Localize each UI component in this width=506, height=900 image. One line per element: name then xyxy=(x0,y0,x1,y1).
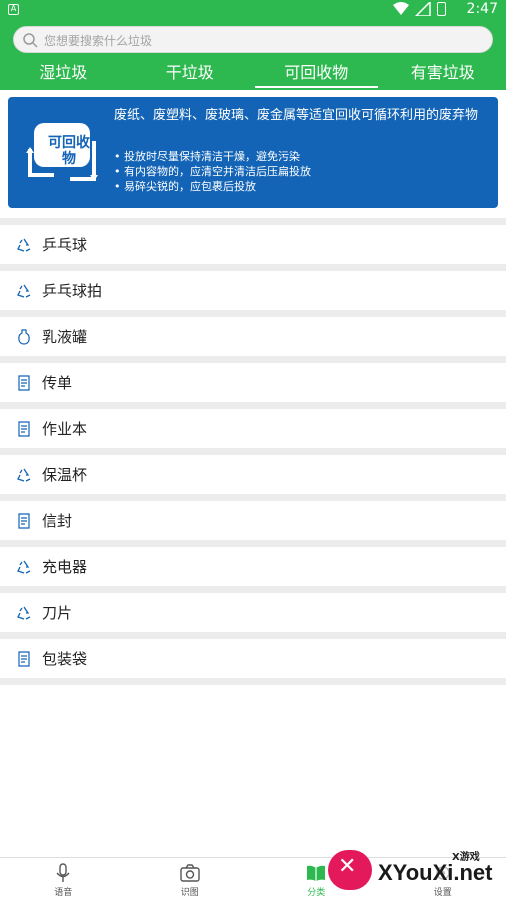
list-item[interactable]: 作业本 xyxy=(0,402,506,448)
microphone-icon xyxy=(56,863,70,882)
search-icon xyxy=(23,33,38,48)
category-banner: 可回收物 废纸、废塑料、废玻璃、废金属等适宜回收可循环利用的废弃物 • 投放时尽… xyxy=(8,97,498,208)
list-item[interactable]: 充电器 xyxy=(0,540,506,586)
camera-icon xyxy=(180,864,200,882)
recycle-icon xyxy=(17,606,31,620)
list-item[interactable]: 刀片 xyxy=(0,586,506,632)
list-item[interactable]: 乒乓球 xyxy=(0,218,506,264)
list-item-label: 包装袋 xyxy=(42,650,88,668)
list-item[interactable]: 保温杯 xyxy=(0,448,506,494)
paper-icon xyxy=(18,650,30,667)
recyclable-logo-text: 可回收物 xyxy=(48,135,90,167)
list-item-label: 信封 xyxy=(42,512,73,530)
recycle-icon xyxy=(17,284,31,298)
list-item[interactable]: 乳液罐 xyxy=(0,310,506,356)
banner-tip: • 投放时尽量保持清洁干燥，避免污染 xyxy=(114,150,300,163)
nav-voice-label: 语音 xyxy=(54,888,73,898)
banner-tip: • 有内容物的，应清空并清洁后压扁投放 xyxy=(114,165,311,178)
nav-voice[interactable]: 语音 xyxy=(0,858,127,900)
banner-tips: • 投放时尽量保持清洁干燥，避免污染 • 有内容物的，应清空并清洁后压扁投放 •… xyxy=(114,149,311,194)
status-bar: A 2:47 xyxy=(0,0,506,20)
banner-tip: • 易碎尖锐的，应包裹后投放 xyxy=(114,180,256,193)
notification-icon: A xyxy=(8,4,19,15)
recycle-icon xyxy=(17,560,31,574)
battery-icon xyxy=(437,2,446,16)
search-bar[interactable]: 您想要搜索什么垃圾 xyxy=(13,26,493,53)
list-item-label: 充电器 xyxy=(42,558,88,576)
book-icon xyxy=(307,865,326,881)
item-list: 乒乓球 乒乓球拍 乳液罐 传单 作业本 保温杯 信封 充电器 刀片 包装袋 xyxy=(0,218,506,685)
recycle-icon xyxy=(17,238,31,252)
tab-hazardous-waste[interactable]: 有害垃圾 xyxy=(380,58,506,90)
banner-heading: 废纸、废塑料、废玻璃、废金属等适宜回收可循环利用的废弃物 xyxy=(114,108,479,123)
nav-category-label: 分类 xyxy=(307,888,326,898)
header: 您想要搜索什么垃圾 xyxy=(0,20,506,58)
bottle-icon xyxy=(18,328,30,345)
nav-image-label: 识图 xyxy=(180,888,199,898)
search-placeholder: 您想要搜索什么垃圾 xyxy=(44,34,153,48)
list-item[interactable]: 信封 xyxy=(0,494,506,540)
list-item-label: 保温杯 xyxy=(42,466,88,484)
recyclable-logo: 可回收物 xyxy=(24,119,100,185)
list-divider xyxy=(0,678,506,685)
list-item-label: 传单 xyxy=(42,374,73,392)
list-item-label: 乒乓球 xyxy=(42,236,88,254)
signal-icon xyxy=(415,2,431,16)
paper-icon xyxy=(18,512,30,529)
list-item-label: 乒乓球拍 xyxy=(42,282,103,300)
watermark-text: XYouXi.net xyxy=(378,860,493,885)
category-tabs: 湿垃圾 干垃圾 可回收物 有害垃圾 xyxy=(0,58,506,90)
list-item-label: 作业本 xyxy=(42,420,88,438)
paper-icon xyxy=(18,374,30,391)
list-item[interactable]: 传单 xyxy=(0,356,506,402)
wifi-icon xyxy=(393,2,409,15)
nav-image-recognition[interactable]: 识图 xyxy=(127,858,254,900)
watermark-small-text: X游戏 xyxy=(452,852,480,863)
tab-recyclable[interactable]: 可回收物 xyxy=(253,58,380,90)
list-item[interactable]: 包装袋 xyxy=(0,632,506,678)
tab-dry-waste[interactable]: 干垃圾 xyxy=(127,58,254,90)
status-time: 2:47 xyxy=(466,1,498,17)
watermark: ✕ XYouXi.net X游戏 xyxy=(328,848,498,894)
recycle-icon xyxy=(17,468,31,482)
list-item-label: 乳液罐 xyxy=(42,328,88,346)
list-item[interactable]: 乒乓球拍 xyxy=(0,264,506,310)
paper-icon xyxy=(18,420,30,437)
watermark-logo-mark: ✕ xyxy=(338,854,357,879)
tab-wet-waste[interactable]: 湿垃圾 xyxy=(0,58,127,90)
list-item-label: 刀片 xyxy=(42,604,73,622)
